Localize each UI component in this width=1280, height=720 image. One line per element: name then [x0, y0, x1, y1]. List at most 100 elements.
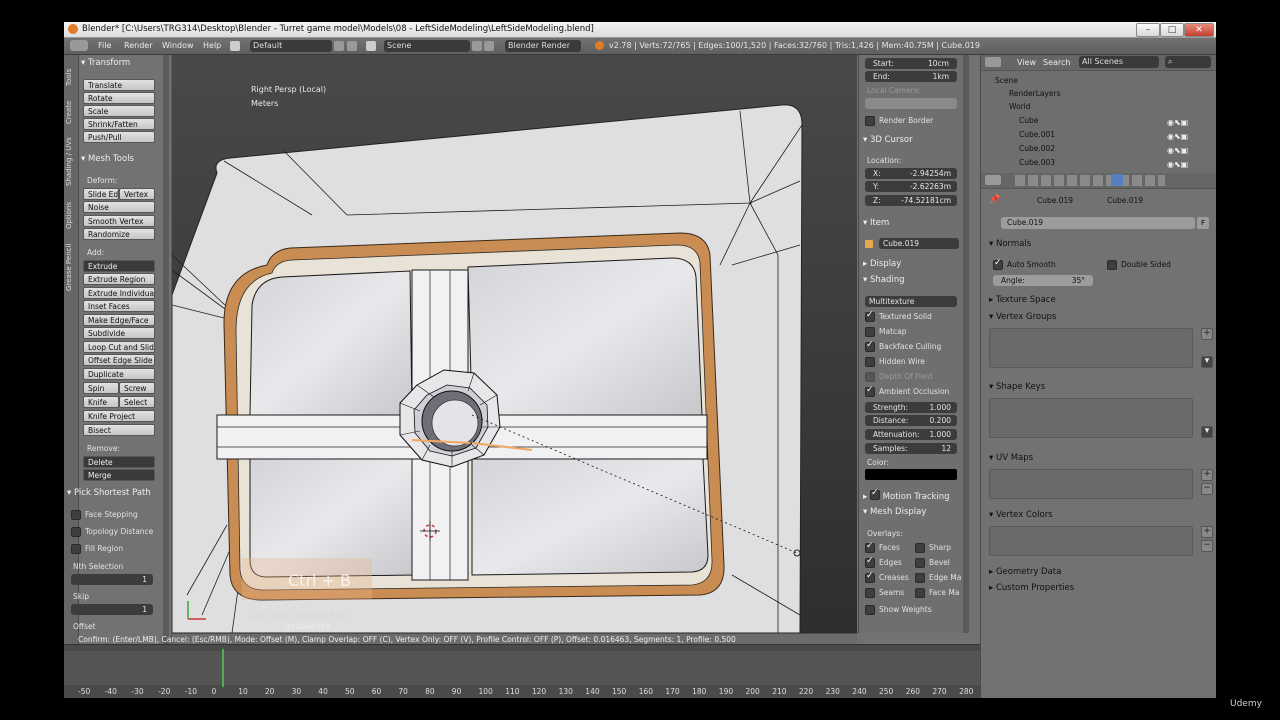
- pin-icon[interactable]: 📌: [989, 195, 1000, 205]
- backface-culling-checkbox[interactable]: [865, 340, 875, 352]
- ao-samples-field[interactable]: Samples: 12: [865, 443, 957, 454]
- ambient-occlusion-checkbox[interactable]: [865, 385, 875, 397]
- randomize-button[interactable]: Randomize: [83, 228, 155, 240]
- remove-layout-button[interactable]: [347, 41, 357, 51]
- show-weights-checkbox[interactable]: [865, 605, 875, 615]
- remove-uv-map-button[interactable]: −: [1201, 483, 1213, 495]
- custom-properties-header[interactable]: ▸ Custom Properties: [989, 583, 1074, 593]
- topology-distance-checkbox[interactable]: [71, 527, 81, 537]
- fake-user-button[interactable]: F: [1197, 217, 1209, 229]
- merge-menu[interactable]: Merge: [83, 469, 155, 481]
- close-button[interactable]: ✕: [1184, 23, 1214, 37]
- extrude-region-button[interactable]: Extrude Region: [83, 273, 155, 285]
- outliner-search-menu[interactable]: Search: [1043, 58, 1070, 67]
- ao-attenuation-field[interactable]: Attenuation: 1.000: [865, 429, 957, 440]
- translate-button[interactable]: Translate: [83, 79, 155, 91]
- smooth-vertex-button[interactable]: Smooth Vertex: [83, 215, 155, 227]
- remove-scene-button[interactable]: [484, 41, 494, 51]
- shading-header[interactable]: ▾ Shading: [863, 275, 905, 285]
- vertex-colors-header[interactable]: ▾ Vertex Colors: [989, 510, 1053, 520]
- loop-cut-button[interactable]: Loop Cut and Slide: [83, 341, 155, 353]
- add-uv-map-button[interactable]: +: [1201, 469, 1213, 481]
- mesh-display-header[interactable]: ▾ Mesh Display: [863, 507, 926, 517]
- clip-start-field[interactable]: Start: 10cm: [865, 58, 957, 69]
- render-engine-select[interactable]: Blender Render: [505, 40, 581, 52]
- faces-overlay-checkbox[interactable]: [865, 541, 875, 553]
- subdivide-button[interactable]: Subdivide: [83, 327, 155, 339]
- delete-menu[interactable]: Delete: [83, 456, 155, 468]
- shrink-fatten-button[interactable]: Shrink/Fatten: [83, 118, 155, 130]
- shape-keys-header[interactable]: ▾ Shape Keys: [989, 382, 1045, 392]
- tab-grease-pencil[interactable]: Grease Pencil: [65, 237, 77, 297]
- motion-tracking-header[interactable]: ▸ Motion Tracking: [863, 488, 950, 502]
- tab-tools[interactable]: Tools: [65, 61, 77, 93]
- menu-file[interactable]: File: [98, 41, 111, 50]
- vertex-groups-header[interactable]: ▾ Vertex Groups: [989, 312, 1056, 322]
- depth-of-field-checkbox[interactable]: [865, 372, 875, 382]
- hidden-wire-checkbox[interactable]: [865, 357, 875, 367]
- outliner-item-world[interactable]: World: [1009, 102, 1031, 111]
- extrude-individual-button[interactable]: Extrude Individual: [83, 287, 155, 299]
- display-header[interactable]: ▸ Display: [863, 259, 901, 269]
- spin-button[interactable]: Spin: [83, 382, 119, 394]
- slide-vertex-button[interactable]: Vertex: [119, 188, 155, 200]
- slide-edge-button[interactable]: Slide Ed: [83, 188, 119, 200]
- ao-color-swatch[interactable]: [865, 469, 957, 480]
- geometry-data-header[interactable]: ▸ Geometry Data: [989, 567, 1061, 577]
- menu-render[interactable]: Render: [124, 41, 152, 50]
- outliner-item-renderlayers[interactable]: RenderLayers: [1009, 89, 1061, 98]
- extrude-menu[interactable]: Extrude: [83, 260, 155, 272]
- duplicate-button[interactable]: Duplicate: [83, 368, 155, 380]
- motion-tracking-checkbox[interactable]: [869, 488, 880, 500]
- outliner-item-cube[interactable]: Cube: [1019, 116, 1038, 125]
- mesh-data-tab-icon[interactable]: [1111, 174, 1123, 186]
- cursor-y-field[interactable]: Y: -2.62263m: [865, 181, 957, 192]
- menu-window[interactable]: Window: [162, 41, 194, 50]
- knife-project-button[interactable]: Knife Project: [83, 410, 155, 422]
- fill-region-checkbox[interactable]: [71, 544, 81, 554]
- ao-distance-field[interactable]: Distance: 0.200: [865, 415, 957, 426]
- vertex-groups-list[interactable]: [989, 328, 1193, 368]
- push-pull-button[interactable]: Push/Pull: [83, 131, 155, 143]
- add-vertex-group-button[interactable]: +: [1201, 328, 1213, 340]
- face-stepping-checkbox[interactable]: [71, 510, 81, 520]
- item-header[interactable]: ▾ Item: [863, 218, 889, 228]
- ao-strength-field[interactable]: Strength: 1.000: [865, 402, 957, 413]
- texture-space-header[interactable]: ▸ Texture Space: [989, 295, 1056, 305]
- inset-faces-button[interactable]: Inset Faces: [83, 300, 155, 312]
- scale-button[interactable]: Scale: [83, 105, 155, 117]
- scene-field[interactable]: Scene: [384, 40, 470, 52]
- noise-button[interactable]: Noise: [83, 201, 155, 213]
- auto-smooth-checkbox[interactable]: [993, 258, 1003, 270]
- mesh-tools-header[interactable]: ▾ Mesh Tools: [81, 154, 134, 164]
- mesh-datablock-field[interactable]: Cube.019: [1001, 217, 1195, 229]
- render-border-checkbox[interactable]: [865, 116, 875, 126]
- local-camera-field[interactable]: [865, 98, 957, 109]
- outliner-view-menu[interactable]: View: [1017, 58, 1036, 67]
- outliner-item-scene[interactable]: Scene: [995, 76, 1018, 85]
- cursor-z-field[interactable]: Z: -74.52181cm: [865, 195, 957, 206]
- knife-button[interactable]: Knife: [83, 396, 119, 408]
- textured-solid-checkbox[interactable]: [865, 310, 875, 322]
- screen-layout-field[interactable]: Default: [250, 40, 332, 52]
- editor-type-icon[interactable]: [70, 40, 88, 51]
- n-panel-scrollbar[interactable]: [963, 55, 969, 633]
- transform-header[interactable]: ▾ Transform: [81, 58, 130, 68]
- tab-options[interactable]: Options: [65, 195, 77, 235]
- context-tabs[interactable]: [1015, 175, 1165, 186]
- edges-overlay-checkbox[interactable]: [865, 556, 875, 568]
- knife-select-button[interactable]: Select: [119, 396, 155, 408]
- rotate-button[interactable]: Rotate: [83, 92, 155, 104]
- uv-maps-list[interactable]: [989, 469, 1193, 499]
- uv-maps-header[interactable]: ▾ UV Maps: [989, 453, 1033, 463]
- current-frame-marker[interactable]: [222, 649, 224, 687]
- shape-key-menu-button[interactable]: ▾: [1201, 426, 1213, 438]
- 3d-cursor-header[interactable]: ▾ 3D Cursor: [863, 135, 913, 145]
- make-edge-face-button[interactable]: Make Edge/Face: [83, 314, 155, 326]
- tab-shading-uvs[interactable]: Shading / UVs: [65, 131, 77, 193]
- timeline[interactable]: -50 -40 -30 -20 -10 0 10 20 30 40 50 60 70 80 90 100 110…: [64, 644, 980, 698]
- outliner-item-cube001[interactable]: Cube.001: [1019, 130, 1055, 139]
- pick-shortest-path-header[interactable]: ▾ Pick Shortest Path: [67, 488, 151, 498]
- minimize-button[interactable]: –: [1136, 23, 1160, 37]
- offset-edge-slide-button[interactable]: Offset Edge Slide: [83, 354, 155, 366]
